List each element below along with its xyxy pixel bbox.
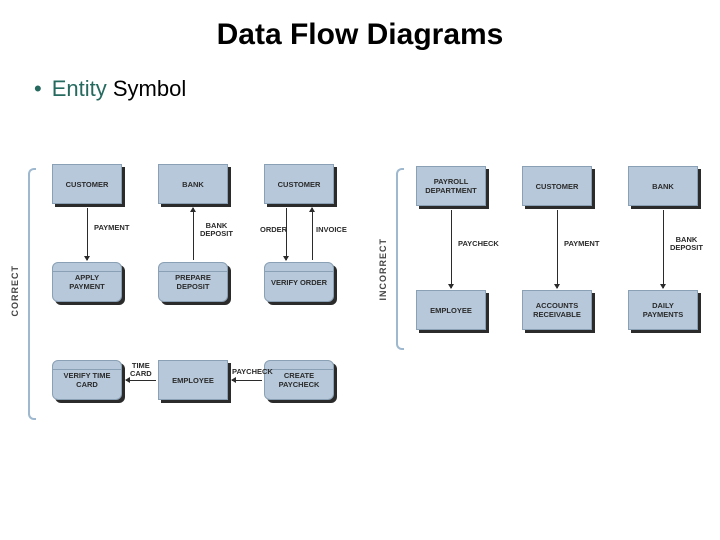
bullet-plain: Symbol [107, 76, 186, 101]
flow-bank-deposit: BANK DEPOSIT [200, 222, 233, 239]
entity-employee-b: EMPLOYEE [416, 290, 486, 330]
entity-customer2: CUSTOMER [264, 164, 334, 204]
entity-customer: CUSTOMER [52, 164, 122, 204]
arrow-bank-deposit-b [663, 210, 664, 288]
bullet-text: Entity Symbol [52, 76, 187, 102]
flow-paycheck-b: PAYCHECK [458, 240, 499, 248]
process-verify-order: VERIFY ORDER [264, 262, 334, 302]
flow-order: ORDER [260, 226, 287, 234]
entity-customer-b: CUSTOMER [522, 166, 592, 206]
arrow-payment-b [557, 210, 558, 288]
flow-payment: PAYMENT [94, 224, 129, 232]
correct-panel: CUSTOMER BANK CUSTOMER PAYMENT BANK DEPO… [42, 160, 362, 430]
arrow-payment [87, 208, 88, 260]
diagram-figure: CORRECT CUSTOMER BANK CUSTOMER PAYMENT B… [0, 160, 720, 500]
arrow-time-card [126, 380, 156, 381]
arrow-paycheck [232, 380, 262, 381]
process-verify-time-card: VERIFY TIME CARD [52, 360, 122, 400]
entity-employee: EMPLOYEE [158, 360, 228, 400]
arrow-invoice [312, 208, 313, 260]
incorrect-panel: PAYROLL DEPARTMENT CUSTOMER BANK PAYCHEC… [410, 160, 710, 360]
entity-accounts-receivable: ACCOUNTS RECEIVABLE [522, 290, 592, 330]
process-prepare-deposit: PREPARE DEPOSIT [158, 262, 228, 302]
arrow-paycheck-b [451, 210, 452, 288]
entity-payroll-dept: PAYROLL DEPARTMENT [416, 166, 486, 206]
bullet-item: • Entity Symbol [34, 76, 720, 102]
bullet-accent: Entity [52, 76, 107, 101]
incorrect-brace-icon [396, 168, 404, 350]
process-create-paycheck: CREATE PAYCHECK [264, 360, 334, 400]
process-apply-payment: APPLY PAYMENT [52, 262, 122, 302]
flow-time-card: TIME CARD [130, 362, 152, 379]
flow-invoice: INVOICE [316, 226, 347, 234]
flow-bank-deposit-b: BANK DEPOSIT [670, 236, 703, 253]
incorrect-label: INCORRECT [378, 238, 388, 301]
flow-payment-b: PAYMENT [564, 240, 599, 248]
entity-daily-payments: DAILY PAYMENTS [628, 290, 698, 330]
entity-bank: BANK [158, 164, 228, 204]
arrow-bank-deposit [193, 208, 194, 260]
bullet-dot-icon: • [34, 76, 42, 102]
flow-paycheck: PAYCHECK [232, 368, 273, 376]
correct-brace-icon [28, 168, 36, 420]
entity-bank-b: BANK [628, 166, 698, 206]
correct-label: CORRECT [10, 265, 20, 317]
page-title: Data Flow Diagrams [0, 0, 720, 52]
